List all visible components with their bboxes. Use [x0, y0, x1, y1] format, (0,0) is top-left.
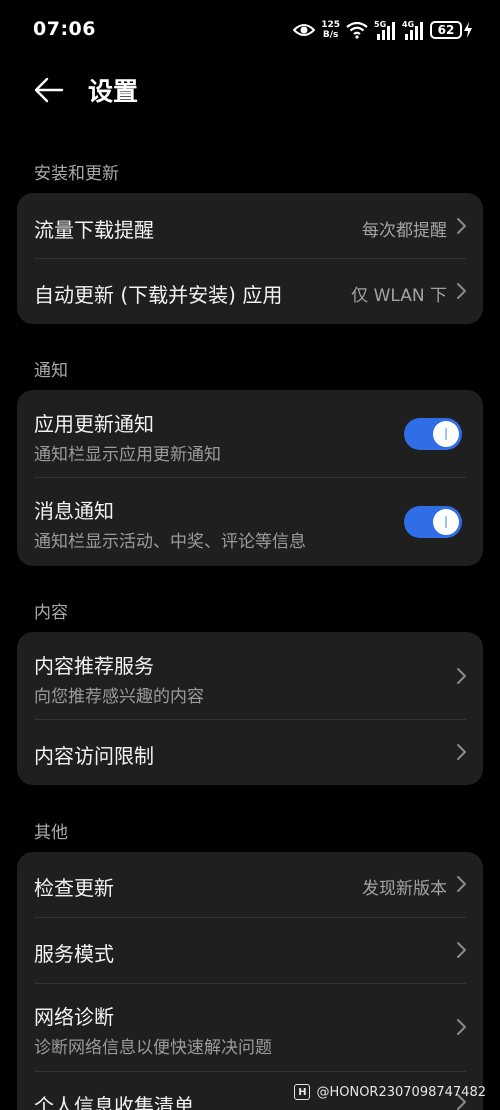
row-title: 消息通知: [34, 499, 114, 523]
net-speed-unit: B/s: [322, 30, 339, 40]
row-auto-update[interactable]: 自动更新 (下载并安装) 应用 仅 WLAN 下: [17, 259, 483, 324]
row-title: 流量下载提醒: [34, 218, 154, 242]
row-title: 应用更新通知: [34, 412, 154, 436]
section-label-notify: 通知: [34, 361, 68, 381]
watermark-text: @HONOR2307098747482: [316, 1084, 486, 1100]
row-subtitle: 向您推荐感兴趣的内容: [34, 687, 204, 707]
watermark: H @HONOR2307098747482: [294, 1084, 486, 1100]
card-notify: 应用更新通知 通知栏显示应用更新通知 消息通知 通知栏显示活动、中奖、评论等信息: [17, 390, 483, 566]
wifi-icon: [346, 21, 368, 39]
page-title: 设置: [88, 77, 139, 106]
row-network-diagnosis[interactable]: 网络诊断 诊断网络信息以便快速解决问题: [17, 984, 483, 1071]
row-subtitle: 通知栏显示应用更新通知: [34, 445, 221, 465]
row-title: 网络诊断: [34, 1005, 114, 1029]
row-service-mode[interactable]: 服务模式: [17, 918, 483, 983]
chevron-right-icon: [457, 283, 466, 299]
row-value: 仅 WLAN 下: [351, 286, 447, 306]
status-time: 07:06: [33, 18, 96, 40]
sim2-signal: 4G: [402, 20, 424, 40]
chevron-right-icon: [457, 876, 466, 892]
toggle-knob: [433, 421, 459, 447]
row-access-limit[interactable]: 内容访问限制: [17, 720, 483, 785]
battery: 62: [430, 21, 472, 39]
toggle-knob: [433, 509, 459, 535]
chevron-right-icon: [457, 1019, 466, 1035]
app-update-notify-toggle[interactable]: [404, 418, 462, 450]
row-value: 每次都提醒: [362, 221, 447, 241]
row-title: 自动更新 (下载并安装) 应用: [34, 283, 283, 307]
row-title: 内容访问限制: [34, 744, 154, 768]
card-content: 内容推荐服务 向您推荐感兴趣的内容 内容访问限制: [17, 632, 483, 785]
row-message-notify: 消息通知 通知栏显示活动、中奖、评论等信息: [17, 478, 483, 566]
row-title: 个人信息收集清单: [34, 1094, 194, 1110]
sim1-label: 5G: [374, 20, 387, 29]
row-title: 检查更新: [34, 876, 114, 900]
header: 设置: [0, 68, 500, 112]
battery-level: 62: [430, 21, 462, 39]
card-other: 检查更新 发现新版本 服务模式 网络诊断 诊断网络信息以便快速解决问题 个人信息…: [17, 852, 483, 1110]
row-title: 内容推荐服务: [34, 654, 154, 678]
honor-logo-icon: H: [294, 1084, 311, 1100]
row-data-download-reminder[interactable]: 流量下载提醒 每次都提醒: [17, 193, 483, 258]
section-label-install-update: 安装和更新: [34, 164, 119, 184]
chevron-right-icon: [457, 744, 466, 760]
row-subtitle: 通知栏显示活动、中奖、评论等信息: [34, 532, 306, 552]
chevron-right-icon: [457, 942, 466, 958]
section-label-other: 其他: [34, 823, 68, 843]
row-check-update[interactable]: 检查更新 发现新版本: [17, 852, 483, 917]
net-speed: 125 B/s: [321, 20, 340, 40]
row-subtitle: 诊断网络信息以便快速解决问题: [34, 1038, 272, 1058]
row-recommend-service[interactable]: 内容推荐服务 向您推荐感兴趣的内容: [17, 632, 483, 719]
row-title: 服务模式: [34, 942, 114, 966]
eye-icon: [293, 24, 316, 36]
card-install-update: 流量下载提醒 每次都提醒 自动更新 (下载并安装) 应用 仅 WLAN 下: [17, 193, 483, 324]
net-speed-value: 125: [321, 20, 340, 30]
back-arrow-icon[interactable]: [32, 72, 68, 108]
row-value: 发现新版本: [362, 879, 447, 899]
chevron-right-icon: [457, 668, 466, 684]
charging-icon: [464, 22, 472, 38]
message-notify-toggle[interactable]: [404, 506, 462, 538]
sim1-signal: 5G: [374, 20, 396, 40]
chevron-right-icon: [457, 218, 466, 234]
sim2-label: 4G: [402, 20, 415, 29]
status-bar: 07:06 125 B/s 5G 4G 62: [0, 0, 500, 60]
row-app-update-notify: 应用更新通知 通知栏显示应用更新通知: [17, 390, 483, 477]
section-label-content: 内容: [34, 603, 68, 623]
status-icons: 125 B/s 5G 4G 62: [293, 16, 472, 44]
